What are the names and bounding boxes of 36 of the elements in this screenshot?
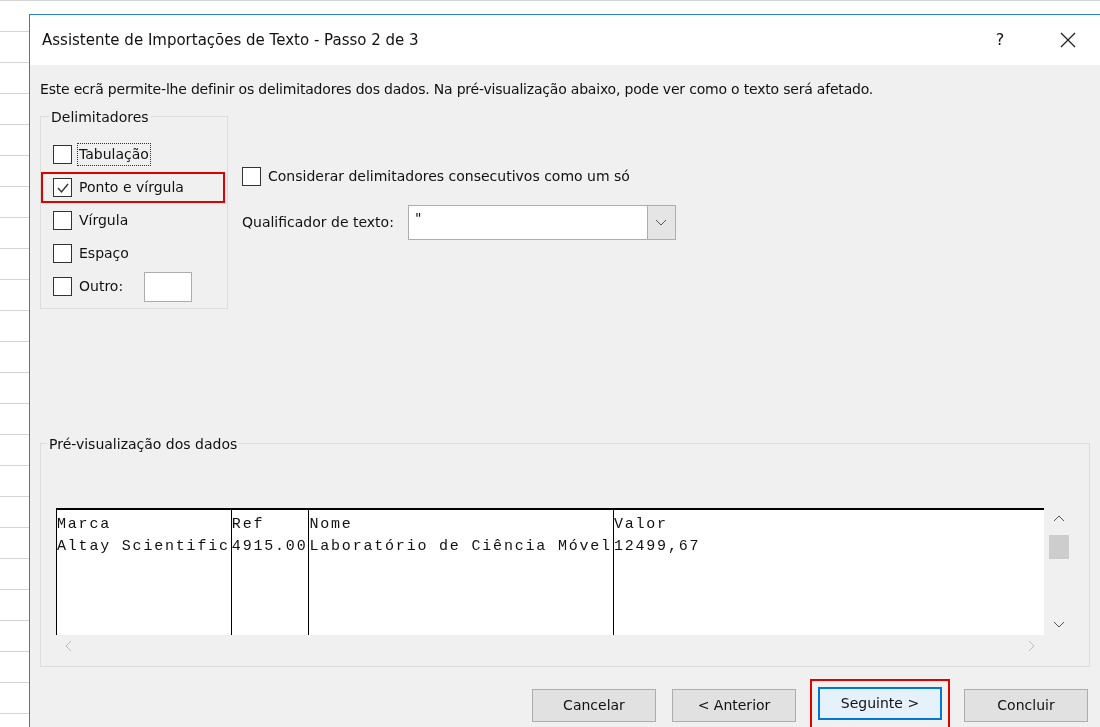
preview-cell-text: Valor — [613, 515, 669, 535]
preview-cell-text: Altay Scientific — [57, 537, 230, 557]
help-button[interactable]: ? — [980, 28, 1020, 52]
dialog-button[interactable]: < Anterior — [672, 689, 796, 722]
scroll-down-icon[interactable] — [1053, 621, 1065, 629]
checkbox[interactable] — [53, 277, 72, 296]
preview-cell-text: Nome — [309, 515, 354, 535]
checkbox[interactable] — [53, 211, 72, 230]
qualifier-dropdown[interactable]: " — [407, 205, 676, 240]
scroll-up-icon[interactable] — [1053, 514, 1065, 522]
description-text: Este ecrã permite-lhe definir os delimitadores dos dados. Na pré-visualização abaixo, pode ver como o texto será afetado. — [40, 80, 875, 99]
dialog-button[interactable]: Cancelar — [532, 689, 656, 722]
qualifier-label: Qualificador de texto: — [242, 213, 394, 232]
checkbox[interactable] — [53, 244, 72, 263]
chevron-down-icon — [655, 218, 668, 227]
preview-cell-text: Laboratório de Ciência Móvel — [309, 537, 612, 557]
close-icon — [1060, 32, 1076, 48]
preview-cell-text: Marca — [57, 515, 112, 535]
window-title: Assistente de Importações de Texto - Passo 2 de 3 — [42, 29, 420, 51]
checkbox-label[interactable]: Ponto e vírgula — [77, 176, 186, 199]
group-title: Pré-visualização dos dados — [47, 434, 240, 455]
scrollbar-thumb[interactable] — [1049, 534, 1069, 559]
other-delimiter-field[interactable] — [144, 271, 193, 302]
checkbox-label[interactable]: Considerar delimitadores consecutivos como um só — [268, 166, 630, 187]
preview-cell-text: 4915.00 — [231, 537, 308, 557]
dialog-button[interactable]: Concluir — [964, 689, 1088, 722]
checkbox[interactable] — [242, 167, 261, 186]
checkbox-label[interactable]: Tabulação — [77, 143, 151, 166]
checkbox-label[interactable]: Vírgula — [77, 209, 131, 232]
checkbox[interactable] — [53, 178, 72, 197]
checkbox-label[interactable]: Outro: — [77, 275, 126, 298]
preview-cell-text: 12499,67 — [613, 537, 702, 557]
preview-cell-text: Ref — [231, 515, 266, 535]
checkbox-label[interactable]: Espaço — [77, 242, 131, 265]
checkbox[interactable] — [53, 145, 72, 164]
dialog-button[interactable]: Seguinte > — [818, 687, 942, 720]
